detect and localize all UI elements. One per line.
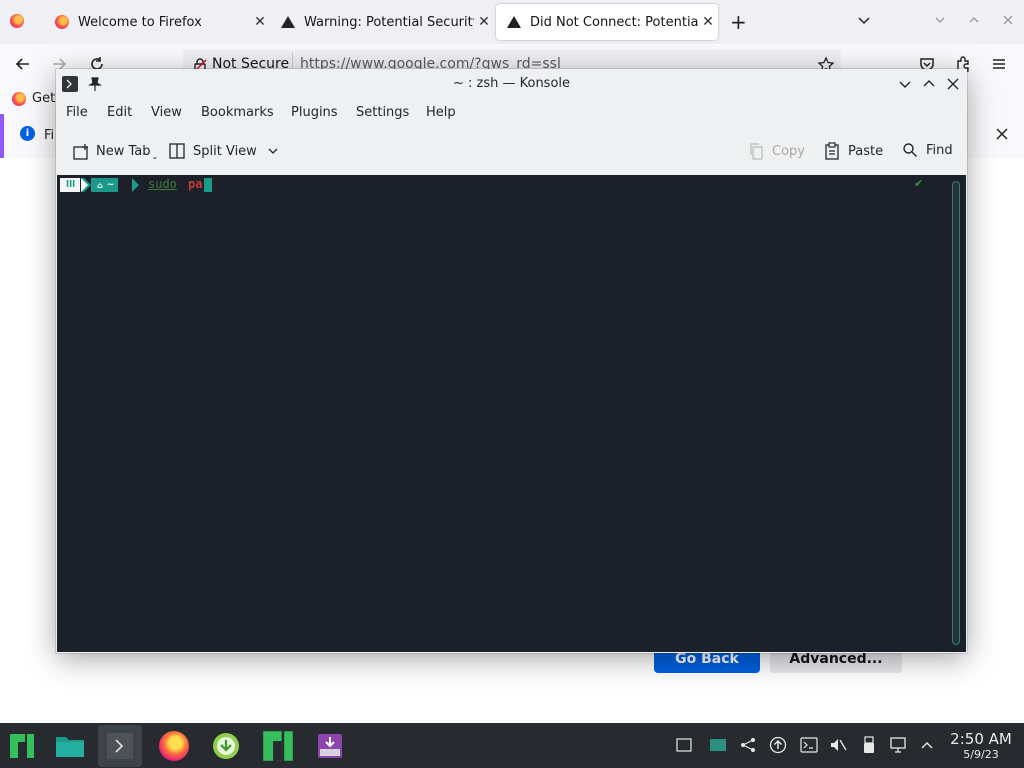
manjaro-settings-button[interactable] [256,725,300,767]
terminal-scrollbar[interactable] [952,181,960,645]
prompt-os-segment: lll [60,178,81,192]
manjaro-logo-icon [10,734,34,758]
updates-icon[interactable] [769,736,787,754]
maximize-icon[interactable] [921,76,937,96]
new-tab-button[interactable]: New Tab ⌄ [72,142,158,161]
minimize-icon[interactable] [932,12,948,32]
menu-help[interactable]: Help [426,105,456,120]
kde-connect-icon[interactable] [739,736,757,754]
firefox-icon [159,731,189,761]
status-check-icon: ✔ [914,177,924,190]
virtual-desktop-pager[interactable] [709,732,727,758]
manjaro-icon [263,731,293,761]
close-notification-icon[interactable] [994,126,1010,146]
list-all-tabs-icon[interactable] [856,12,872,32]
menu-bar: File Edit View Bookmarks Plugins Setting… [56,99,967,129]
close-icon[interactable] [945,76,961,96]
browser-tab-strip: Welcome to Firefox ✕ Warning: Potential … [0,0,1024,44]
menu-view[interactable]: View [151,105,182,120]
tab-label: Did Not Connect: Potential [530,14,698,30]
split-view-icon [168,142,186,160]
download-icon [213,733,239,759]
copy-label: Copy [772,143,805,159]
new-tab-icon [72,143,90,161]
volume-muted-icon[interactable] [829,736,847,754]
prompt-os-logo: lll [66,180,76,190]
copy-button[interactable]: Copy [748,142,805,160]
menu-settings[interactable]: Settings [356,105,409,120]
copy-icon [748,142,764,160]
package-installer-button[interactable] [308,725,352,767]
firefox-taskbar-button[interactable] [152,725,196,767]
search-icon [902,142,918,158]
konsole-titlebar[interactable]: ~ : zsh — Konsole [56,69,967,99]
bookmark-item[interactable]: Get [32,91,55,106]
paste-button[interactable]: Paste [824,142,883,160]
split-view-button[interactable]: Split View [168,142,279,160]
dropdown-arrow-icon: ⌄ [151,152,159,161]
network-wired-icon[interactable] [890,736,908,754]
maximize-icon[interactable] [966,12,982,32]
prompt-path: ~ [106,180,115,190]
paste-icon [824,142,840,160]
tab-did-not-connect[interactable]: Did Not Connect: Potential ✕ [496,4,718,40]
tab-warning-security[interactable]: Warning: Potential Security ✕ [270,4,494,40]
find-button[interactable]: Find [902,142,953,158]
terminal-cursor [204,178,212,192]
home-icon: ⌂ [97,180,103,190]
firefox-view-icon[interactable] [10,14,24,28]
konsole-profiles-icon[interactable] [800,736,818,754]
info-icon: i [20,126,35,141]
new-tab-label: New Tab [96,144,151,159]
clock-date: 5/9/23 [963,748,999,761]
tab-label: Welcome to Firefox [78,14,202,30]
prompt-separator-icon [81,178,91,192]
terminal-icon [107,733,133,759]
folder-icon [56,737,84,757]
back-icon[interactable] [14,55,32,77]
command-sudo: sudo [148,177,177,191]
hamburger-menu-icon[interactable] [990,55,1008,77]
prompt-path-segment: ⌂ ~ [91,178,119,192]
split-view-label: Split View [193,143,257,159]
chevron-down-icon [267,145,279,157]
tab-welcome-to-firefox[interactable]: Welcome to Firefox ✕ [44,4,270,40]
warning-icon [506,14,522,30]
prompt-arrow-icon [132,178,139,192]
new-tab-icon[interactable]: + [730,10,747,34]
clock-time: 2:50 AM [950,730,1012,748]
find-label: Find [926,142,953,158]
window-title: ~ : zsh — Konsole [452,76,571,91]
usb-device-icon[interactable] [860,736,878,754]
terminal-area[interactable]: lll ⌂ ~ sudo pa ✔ [57,175,966,652]
application-launcher-button[interactable] [0,725,44,767]
konsole-toolbar: New Tab ⌄ Split View Copy Paste Find [56,131,967,173]
digital-clock[interactable]: 2:50 AM 5/9/23 [944,730,1018,762]
command-argument: pa [188,177,203,191]
minimize-icon[interactable] [897,76,913,96]
menu-bookmarks[interactable]: Bookmarks [201,105,274,120]
konsole-window: ~ : zsh — Konsole File Edit View Bookmar… [56,69,967,653]
update-manager-button[interactable] [204,725,248,767]
close-tab-icon[interactable]: ✕ [250,14,270,30]
menu-plugins[interactable]: Plugins [291,105,338,120]
paste-label: Paste [848,143,884,159]
installer-icon [318,734,342,758]
menu-file[interactable]: File [66,105,88,120]
tab-label: Warning: Potential Security [304,14,474,30]
firefox-icon [54,14,70,30]
taskbar: 2:50 AM 5/9/23 [0,723,1024,768]
close-window-icon[interactable] [1000,12,1016,32]
system-tray-expand-icon[interactable] [918,736,936,754]
menu-edit[interactable]: Edit [107,105,132,120]
show-desktop-icon[interactable] [675,736,693,754]
konsole-taskbar-button[interactable] [98,725,142,767]
notification-text: Fi [44,128,55,143]
firefox-icon [12,92,26,106]
close-tab-icon[interactable]: ✕ [698,14,718,30]
warning-icon [280,14,296,30]
file-manager-button[interactable] [48,725,92,767]
close-tab-icon[interactable]: ✕ [474,14,494,30]
